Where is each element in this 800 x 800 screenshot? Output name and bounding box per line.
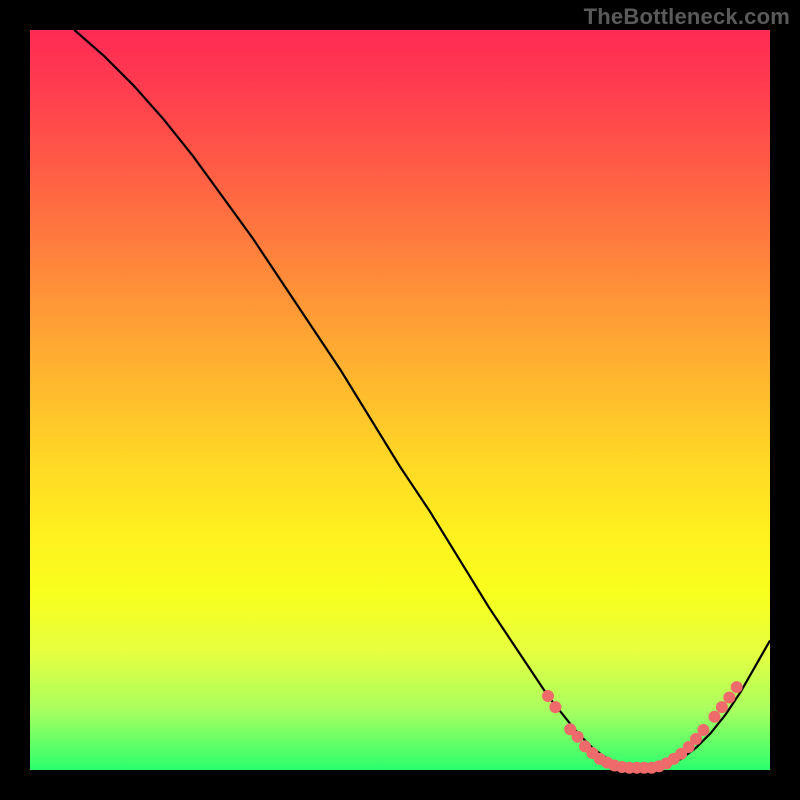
watermark-text: TheBottleneck.com [584, 4, 790, 30]
marker-group [542, 681, 743, 774]
bottleneck-curve [74, 30, 770, 768]
highlight-marker [697, 724, 709, 736]
highlight-marker [572, 731, 584, 743]
highlight-marker [549, 701, 561, 713]
plot-area [30, 30, 770, 770]
highlight-marker [731, 681, 743, 693]
highlight-marker [709, 711, 721, 723]
chart-frame: TheBottleneck.com [0, 0, 800, 800]
highlight-marker [542, 690, 554, 702]
highlight-marker [723, 691, 735, 703]
chart-svg [30, 30, 770, 770]
highlight-marker [716, 701, 728, 713]
